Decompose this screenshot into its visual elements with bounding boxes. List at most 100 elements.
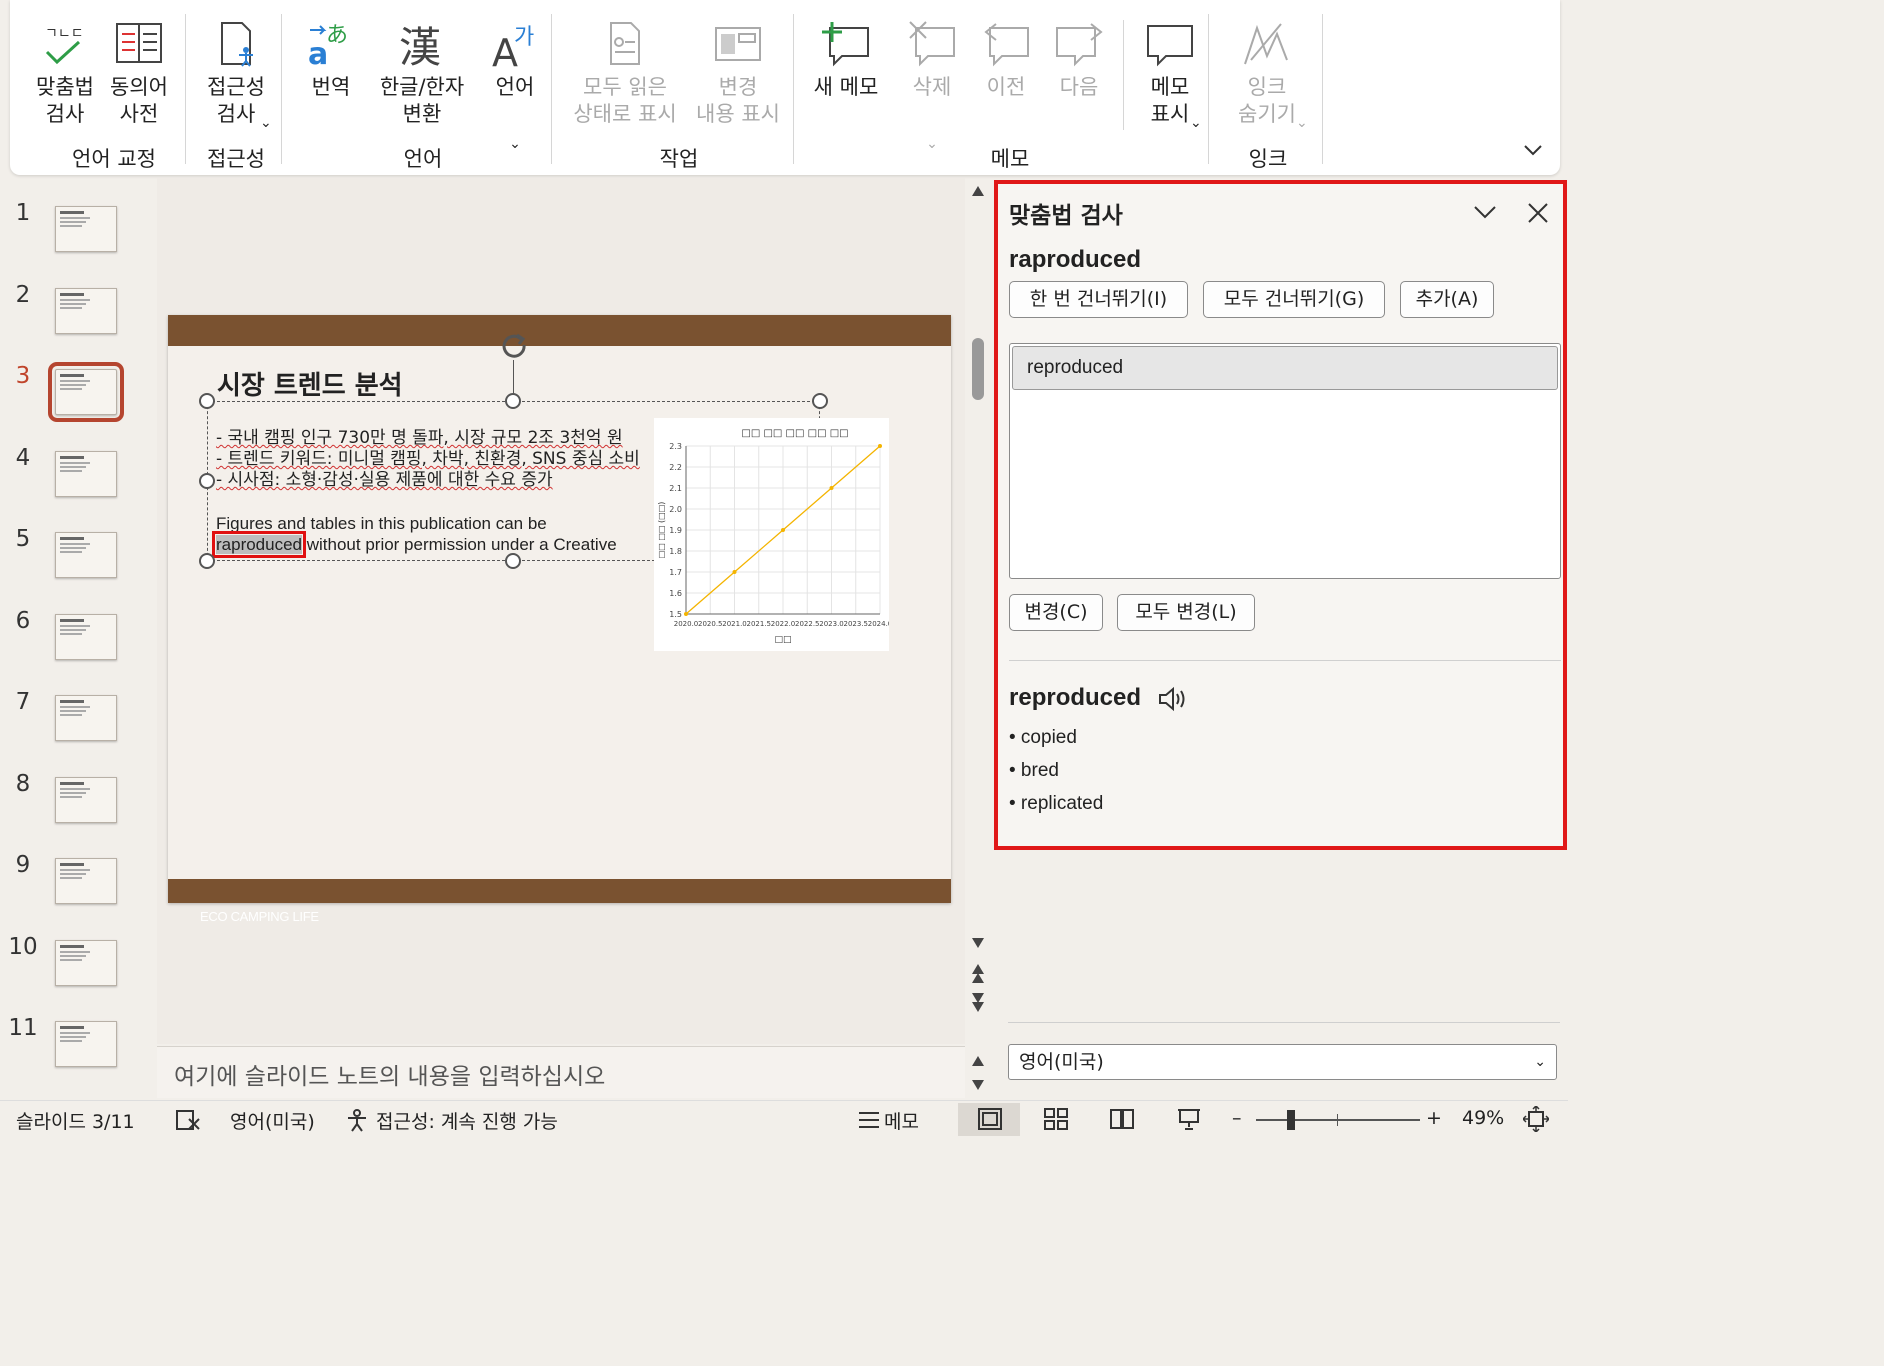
notes-icon[interactable] [855,1107,883,1133]
ribbon-separator [281,14,282,164]
chart-x-axis-label: □□ [774,635,791,645]
show-comments-button[interactable]: 메모 표시 ⌄ [1134,20,1206,131]
mark-all-read-button[interactable]: 모두 읽은 상태로 표시 [567,20,683,128]
slide-thumbnail[interactable]: 4 [0,423,155,497]
slide-thumbnail[interactable]: 6 [0,586,155,660]
slide-thumbnail-image[interactable] [55,858,117,904]
slide-thumbnail-number: 1 [15,200,31,226]
ribbon-collapse-button[interactable] [1524,140,1542,161]
show-changes-button[interactable]: 변경 내용 표시 [690,20,786,128]
new-comment-button[interactable]: 새 메모 [810,20,882,101]
chart-svg: 2.32.22.12.01.91.81.71.61.52020.0 2020.5 2… [657,428,892,645]
resize-handle[interactable] [505,553,521,569]
editor-scrollbar[interactable] [966,178,990,1044]
slide-thumbnail[interactable]: 5 [0,504,155,578]
slide-thumbnail-number: 5 [15,526,31,552]
slide-thumbnail-image[interactable] [55,287,117,334]
ignore-all-button[interactable]: 모두 건너뛰기(G) [1203,281,1385,318]
spellcheck-icon: ㄱㄴㄷ [45,26,84,65]
slideshow-icon[interactable] [1176,1107,1202,1131]
slide-thumbnail-image[interactable] [55,695,117,741]
synonym-item: • replicated [1009,793,1104,814]
accessibility-icon[interactable] [345,1109,369,1133]
thesaurus-button[interactable]: 동의어 사전 [108,20,170,128]
language-select[interactable]: 영어(미국) ⌄ [1008,1044,1557,1080]
slide-thumbnail[interactable]: 1 [0,178,155,252]
status-bar: 슬라이드 3/11 영어(미국) 접근성: 계속 진행 가능 메모 – + 49… [0,1100,1568,1137]
chart-x-tick-label: 2023.5 [844,620,869,628]
normal-view-icon[interactable] [977,1107,1003,1131]
resize-handle[interactable] [812,393,828,409]
slide-thumbnail[interactable]: 8 [0,749,155,823]
chart-y-tick-label: 1.5 [669,610,682,619]
slide-thumbnail-image[interactable] [55,532,117,578]
resize-handle[interactable] [199,393,215,409]
hanja-conversion-button[interactable]: 漢 한글/한자 변환 [372,20,472,128]
language-button[interactable]: A 가 언어 ⌄ [484,20,546,158]
slide-thumbnail[interactable]: 3 [0,341,155,422]
scrollbar-svg [972,186,984,1012]
reading-view-icon[interactable] [1109,1107,1135,1131]
slide-thumbnail[interactable]: 7 [0,667,155,741]
zoom-out-button[interactable]: – [1232,1107,1242,1129]
slide-thumbnail-image[interactable] [55,1021,117,1067]
chart-x-tick-label: 2020.0 [674,620,699,628]
slide-thumbnail-number: 10 [8,933,38,960]
slide-thumbnail[interactable]: 10 [0,912,155,986]
slide-thumbnail-image[interactable] [55,450,117,497]
add-to-dictionary-button[interactable]: 추가(A) [1400,281,1494,318]
speaker-icon[interactable] [1158,686,1188,718]
notes-pane[interactable]: 여기에 슬라이드 노트의 내용을 입력하십시오 [157,1046,965,1098]
chart-y-axis-label: □□ □□ (□□) [657,502,666,559]
slide-title[interactable]: 시장 트렌드 분석 [217,365,403,402]
notes-scrollbar[interactable] [966,1048,990,1098]
status-notes[interactable]: 메모 [884,1107,919,1134]
slide-counter[interactable]: 슬라이드 3/11 [16,1107,135,1134]
status-language[interactable]: 영어(미국) [230,1107,315,1134]
notes-placeholder: 여기에 슬라이드 노트의 내용을 입력하십시오 [174,1064,606,1090]
chart-x-tick-label: 2024.0 [868,620,889,628]
suggestions-list[interactable]: reproduced [1009,343,1561,579]
slide-thumbnail-image[interactable] [48,362,124,422]
zoom-slider[interactable] [1256,1110,1420,1130]
slide-thumbnail[interactable]: 2 [0,260,155,334]
pane-title: 맞춤법 검사 [1009,203,1123,229]
hide-ink-button[interactable]: 잉크 숨기기 ⌄ [1222,20,1312,131]
rotate-handle-icon[interactable] [499,330,529,360]
fit-to-window-icon[interactable] [1523,1106,1549,1132]
chart[interactable]: 2.3 2.2 2.1 2.0 1.9 1.8 1.7 1.6 1.5 2020.0 2020.5 2… [654,418,892,651]
suggestion-item[interactable]: reproduced [1012,346,1558,390]
slide-thumbnail-image[interactable] [55,613,117,660]
slide-sorter-icon[interactable] [1043,1107,1069,1131]
accessibility-check-button[interactable]: 접근성 검사 ⌄ [198,20,274,131]
ribbon-separator [551,14,552,164]
resize-handle[interactable] [199,473,215,489]
ignore-once-button[interactable]: 한 번 건너뛰기(I) [1009,281,1188,318]
change-button[interactable]: 변경(C) [1009,594,1103,631]
resize-handle[interactable] [199,553,215,569]
ribbon-separator [793,14,794,164]
spelling-status-icon[interactable] [175,1109,201,1131]
status-accessibility[interactable]: 접근성: 계속 진행 가능 [376,1107,558,1134]
previous-comment-button[interactable]: 이전 [970,20,1042,101]
zoom-in-button[interactable]: + [1426,1107,1442,1129]
new-comment-icon [822,22,869,67]
resize-handle[interactable] [505,393,521,409]
slide-thumbnail[interactable]: 9 [0,830,155,904]
chart-data-point [829,486,834,490]
zoom-level[interactable]: 49% [1462,1107,1504,1129]
ribbon-separator [1322,14,1323,164]
slide-thumbnail[interactable]: 11 [0,993,155,1067]
slide-thumbnail-image[interactable] [55,776,117,823]
chevron-down-icon: ⌄ [1190,115,1202,131]
spelling-button[interactable]: ㄱㄴㄷ 맞춤법 검사 [34,20,96,128]
slide-thumbnail-image[interactable] [55,939,117,986]
delete-comment-button[interactable]: 삭제 ⌄ [896,20,968,158]
next-comment-button[interactable]: 다음 [1043,20,1115,101]
pane-close-button[interactable] [1527,194,1549,231]
translate-button[interactable]: a あ 번역 [300,20,362,101]
change-all-button[interactable]: 모두 변경(L) [1117,594,1255,631]
slide-thumbnail-image[interactable] [55,206,117,252]
zoom-slider-thumb[interactable] [1287,1110,1295,1130]
pane-options-button[interactable] [1473,200,1497,225]
